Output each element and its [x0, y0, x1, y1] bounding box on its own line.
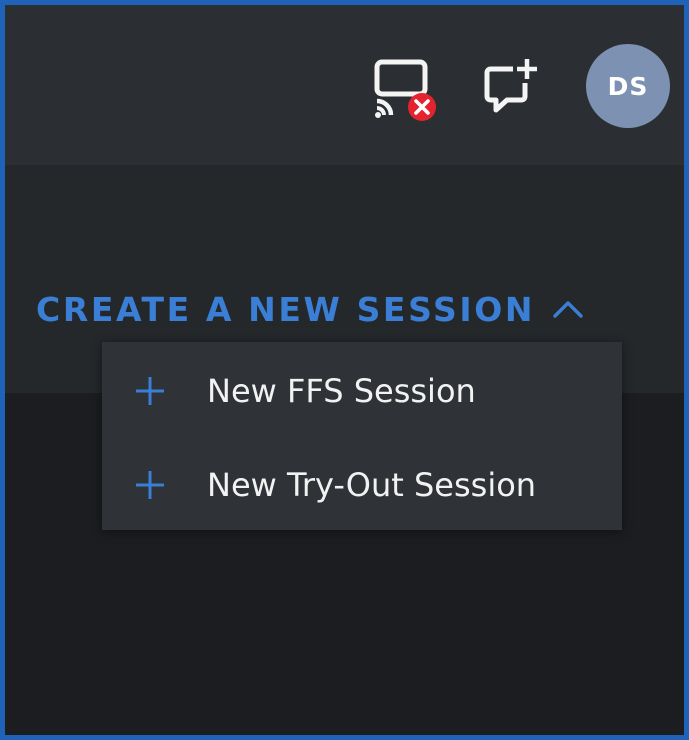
menu-item-label: New FFS Session — [207, 372, 476, 410]
menu-item-new-try-out-session[interactable]: New Try-Out Session — [102, 446, 622, 526]
cast-button[interactable] — [371, 57, 441, 123]
create-session-toggle[interactable]: CREATE A NEW SESSION — [36, 281, 585, 337]
plus-icon — [136, 377, 164, 405]
menu-item-new-ffs-session[interactable]: New FFS Session — [102, 352, 622, 432]
chevron-up-icon — [551, 298, 585, 320]
menu-item-label: New Try-Out Session — [207, 466, 537, 504]
new-chat-button[interactable] — [479, 55, 543, 119]
app-window: DS CREATE A NEW SESSION New FFS Session … — [0, 0, 689, 740]
create-session-label: CREATE A NEW SESSION — [36, 289, 536, 329]
cast-disconnected-icon — [374, 59, 436, 121]
chat-add-icon — [484, 59, 537, 113]
plus-icon — [136, 471, 164, 499]
top-bar: DS — [5, 5, 684, 165]
user-avatar[interactable]: DS — [586, 44, 670, 128]
session-dropdown-menu: New FFS Session New Try-Out Session — [102, 342, 622, 530]
